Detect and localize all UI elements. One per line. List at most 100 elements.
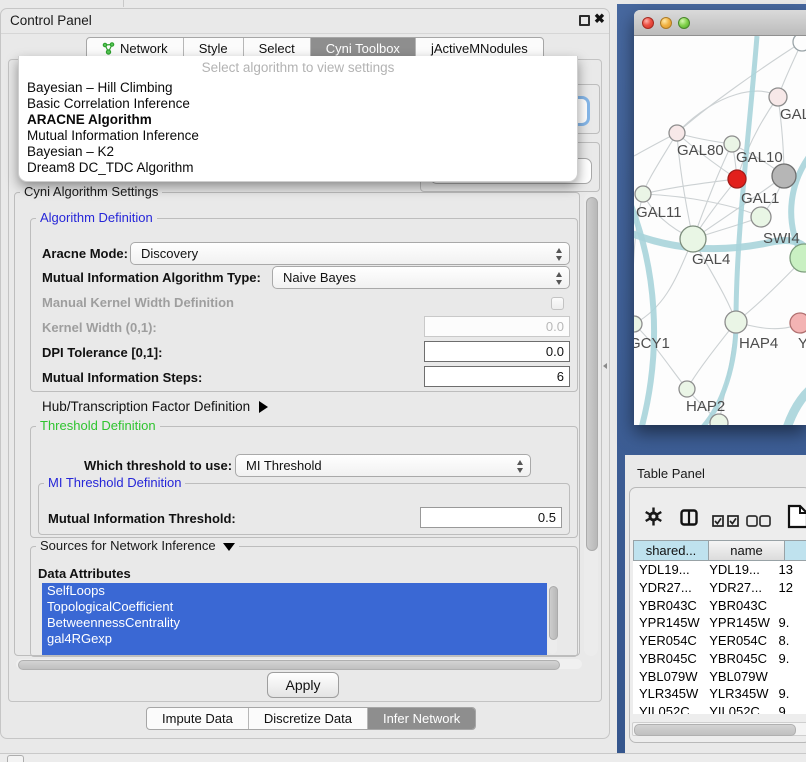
- node-label-hap2: HAP2: [686, 398, 725, 415]
- table-cell: YDL19...: [633, 561, 703, 579]
- bottom-tab-bar: Impute Data Discretize Data Infer Network: [146, 707, 476, 730]
- zoom-window-icon[interactable]: [678, 17, 690, 29]
- scrollbar-thumb[interactable]: [586, 197, 598, 551]
- tab-discretize-data[interactable]: Discretize Data: [249, 708, 368, 729]
- table-cell: YBR045C: [703, 650, 773, 668]
- network-node-gal[interactable]: [769, 88, 787, 106]
- table-row[interactable]: YIL052CYIL052C9.: [633, 703, 806, 714]
- table-panel-title: Table Panel: [637, 466, 705, 481]
- algorithm-definition-title: Algorithm Definition: [36, 211, 157, 225]
- network-node[interactable]: [793, 36, 806, 51]
- algorithm-dropdown: Select algorithm to view settings Bayesi…: [18, 56, 578, 182]
- algorithm-option-aracne-algorithm[interactable]: ARACNE Algorithm: [19, 112, 577, 128]
- kernel-width-field[interactable]: 0.0: [424, 316, 570, 337]
- screen: Control Panel ✖ NetworkStyleSelectCyni T…: [0, 0, 806, 762]
- network-node-swi4[interactable]: [790, 244, 806, 272]
- network-node-gal80[interactable]: [669, 125, 685, 141]
- manual-kernel-checkbox[interactable]: [551, 297, 564, 310]
- attribute-item-topologicalcoefficient[interactable]: TopologicalCoefficient: [42, 599, 547, 615]
- dpi-tolerance-field[interactable]: 0.0: [424, 341, 570, 362]
- page-icon[interactable]: [787, 504, 806, 534]
- algorithm-option-basic-correlation-inference[interactable]: Basic Correlation Inference: [19, 96, 577, 112]
- column-header-shared[interactable]: shared...: [633, 540, 709, 561]
- float-panel-icon[interactable]: [579, 15, 590, 26]
- mi-threshold-group-title: MI Threshold Definition: [44, 476, 185, 490]
- kernel-width-label: Kernel Width (0,1):: [42, 320, 157, 335]
- scrollbar-thumb[interactable]: [634, 724, 796, 736]
- network-node-gal11[interactable]: [635, 186, 651, 202]
- algorithm-option-dream8-dc-tdc-algorithm[interactable]: Dream8 DC_TDC Algorithm: [19, 160, 577, 176]
- table-row[interactable]: YPR145WYPR145W9.: [633, 614, 806, 632]
- tab-infer-network[interactable]: Infer Network: [368, 708, 475, 729]
- minimized-panel-icon[interactable]: [7, 755, 24, 762]
- mi-steps-field[interactable]: 6: [424, 366, 570, 387]
- control-panel-title: Control Panel: [10, 13, 92, 28]
- minimize-window-icon[interactable]: [660, 17, 672, 29]
- mi-threshold-field[interactable]: 0.5: [420, 507, 562, 528]
- algorithm-option-mutual-information-inference[interactable]: Mutual Information Inference: [19, 128, 577, 144]
- attribute-item-gal4rgexp[interactable]: gal4RGexp: [42, 631, 547, 647]
- table-row[interactable]: YLR345WYLR345W9.: [633, 685, 806, 703]
- table-row[interactable]: YER054CYER054C8.: [633, 632, 806, 650]
- column-header-2[interactable]: [785, 540, 806, 561]
- unchecked-columns-icon[interactable]: [746, 514, 771, 532]
- dropdown-prompt: Select algorithm to view settings: [19, 56, 577, 80]
- gear-icon[interactable]: [644, 507, 663, 531]
- table-row[interactable]: YBL079WYBL079W: [633, 668, 806, 686]
- table-cell: 13: [773, 561, 806, 579]
- bottom-strip: [0, 753, 806, 762]
- table-row[interactable]: YBR045CYBR045C9.: [633, 650, 806, 668]
- network-node-y[interactable]: [790, 313, 806, 333]
- network-node[interactable]: [772, 164, 796, 188]
- algorithm-option-bayesian-hill-climbing[interactable]: Bayesian – Hill Climbing: [19, 80, 577, 96]
- node-label-swi4: SWI4: [763, 230, 800, 247]
- network-node-gal1[interactable]: [751, 207, 771, 227]
- mi-type-value: Naive Bayes: [283, 270, 356, 285]
- node-label-gal80: GAL80: [677, 142, 724, 159]
- scrollbar-thumb[interactable]: [18, 660, 560, 670]
- tab-label: Discretize Data: [264, 708, 352, 729]
- panel-resize-grabber-icon[interactable]: [603, 363, 607, 369]
- attribute-item-betweennesscentrality[interactable]: BetweennessCentrality: [42, 615, 547, 631]
- network-node[interactable]: [728, 170, 746, 188]
- table-cell: YER054C: [633, 632, 703, 650]
- close-window-icon[interactable]: [642, 17, 654, 29]
- table-row[interactable]: YDR27...YDR27...12: [633, 579, 806, 597]
- node-label-gal: GAL: [780, 106, 806, 123]
- network-node-hap4[interactable]: [725, 311, 747, 333]
- settings-horizontal-scrollbar[interactable]: [16, 659, 582, 669]
- network-node-gal4[interactable]: [680, 226, 706, 252]
- aracne-mode-select[interactable]: Discovery: [130, 242, 570, 265]
- attribute-item-selfloops[interactable]: SelfLoops: [42, 583, 547, 599]
- data-attributes-list: SelfLoopsTopologicalCoefficientBetweenne…: [42, 583, 547, 655]
- algorithm-option-bayesian-k2[interactable]: Bayesian – K2: [19, 144, 577, 160]
- tab-impute-data[interactable]: Impute Data: [147, 708, 249, 729]
- network-node-hap2[interactable]: [679, 381, 695, 397]
- network-node-gcy1[interactable]: [634, 316, 642, 332]
- checked-columns-icon[interactable]: [712, 514, 739, 532]
- split-view-icon[interactable]: [680, 509, 698, 531]
- table-cell: [773, 597, 806, 615]
- which-threshold-select[interactable]: MI Threshold: [235, 454, 531, 477]
- threshold-definition-title: Threshold Definition: [36, 419, 160, 433]
- network-canvas[interactable]: GALGAL80GAL10GAL1GAL11GAL4SWI4GCY1HAP4YH…: [634, 36, 806, 425]
- scrollbar-thumb[interactable]: [549, 586, 558, 640]
- settings-vertical-scrollbar[interactable]: [584, 193, 598, 656]
- column-header-name[interactable]: name: [709, 540, 785, 561]
- table-cell: YBL079W: [633, 668, 703, 686]
- attribute-list-scrollbar[interactable]: [548, 584, 557, 654]
- expand-right-icon: [259, 401, 268, 413]
- table-row[interactable]: YDL19...YDL19...13: [633, 561, 806, 579]
- hub-definition-expander[interactable]: Hub/Transcription Factor Definition: [42, 399, 268, 414]
- close-icon[interactable]: ✖: [594, 11, 605, 27]
- network-window-titlebar[interactable]: [634, 10, 806, 36]
- table-cell: YPR145W: [703, 614, 773, 632]
- table-cell: YBR045C: [633, 650, 703, 668]
- node-label-gal10: GAL10: [736, 149, 783, 166]
- table-row[interactable]: YBR043CYBR043C: [633, 597, 806, 615]
- mi-type-select[interactable]: Naive Bayes: [272, 266, 570, 289]
- node-label-gcy1: GCY1: [634, 335, 670, 352]
- table-horizontal-scrollbar[interactable]: [632, 722, 806, 736]
- sources-collapse-header[interactable]: Sources for Network Inference: [36, 539, 239, 553]
- apply-button[interactable]: Apply: [267, 672, 339, 698]
